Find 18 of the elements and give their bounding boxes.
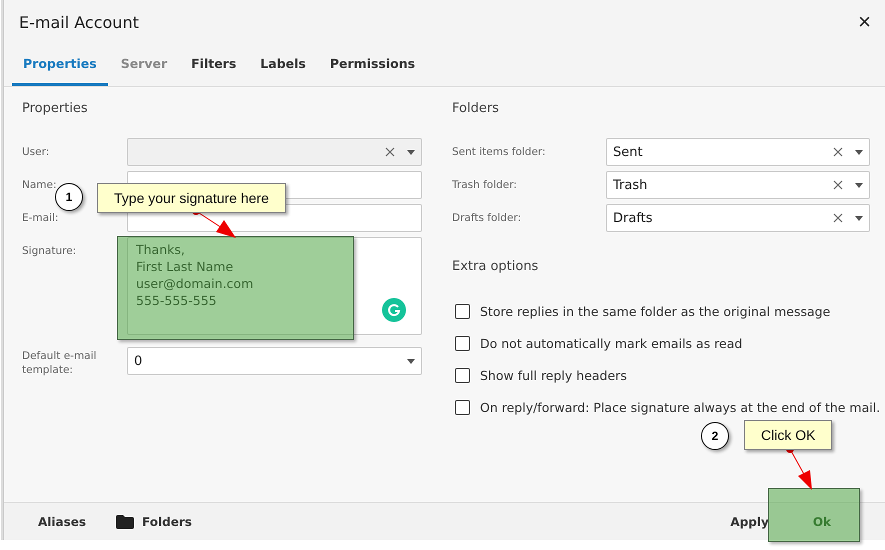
field-label: User:	[22, 145, 50, 159]
section-heading: Properties	[22, 101, 89, 118]
window-title: E-mail Account	[19, 12, 139, 32]
option-label: Show full reply headers	[480, 368, 627, 382]
field-label: Name:	[22, 178, 58, 192]
option-label: Do not automatically mark emails as read	[480, 336, 742, 350]
field-label: E-mail:	[22, 211, 60, 225]
field-label: Signature:	[22, 244, 78, 258]
section-heading: Folders	[452, 101, 500, 118]
callout-tooltip: Click OK	[744, 420, 832, 450]
section-heading: Extra options	[452, 259, 540, 276]
field-label: Sent items folder:	[452, 145, 547, 159]
callout-tooltip: Type your signature here	[97, 183, 286, 213]
option-label: Store replies in the same folder as the original message	[480, 304, 830, 318]
field-label: Trash folder:	[452, 178, 518, 192]
field-label: Drafts folder:	[452, 211, 522, 225]
field-label: Default e-mail template:	[22, 349, 98, 377]
option-label: On reply/forward: Place signature always at the end of the mail.	[480, 400, 880, 414]
